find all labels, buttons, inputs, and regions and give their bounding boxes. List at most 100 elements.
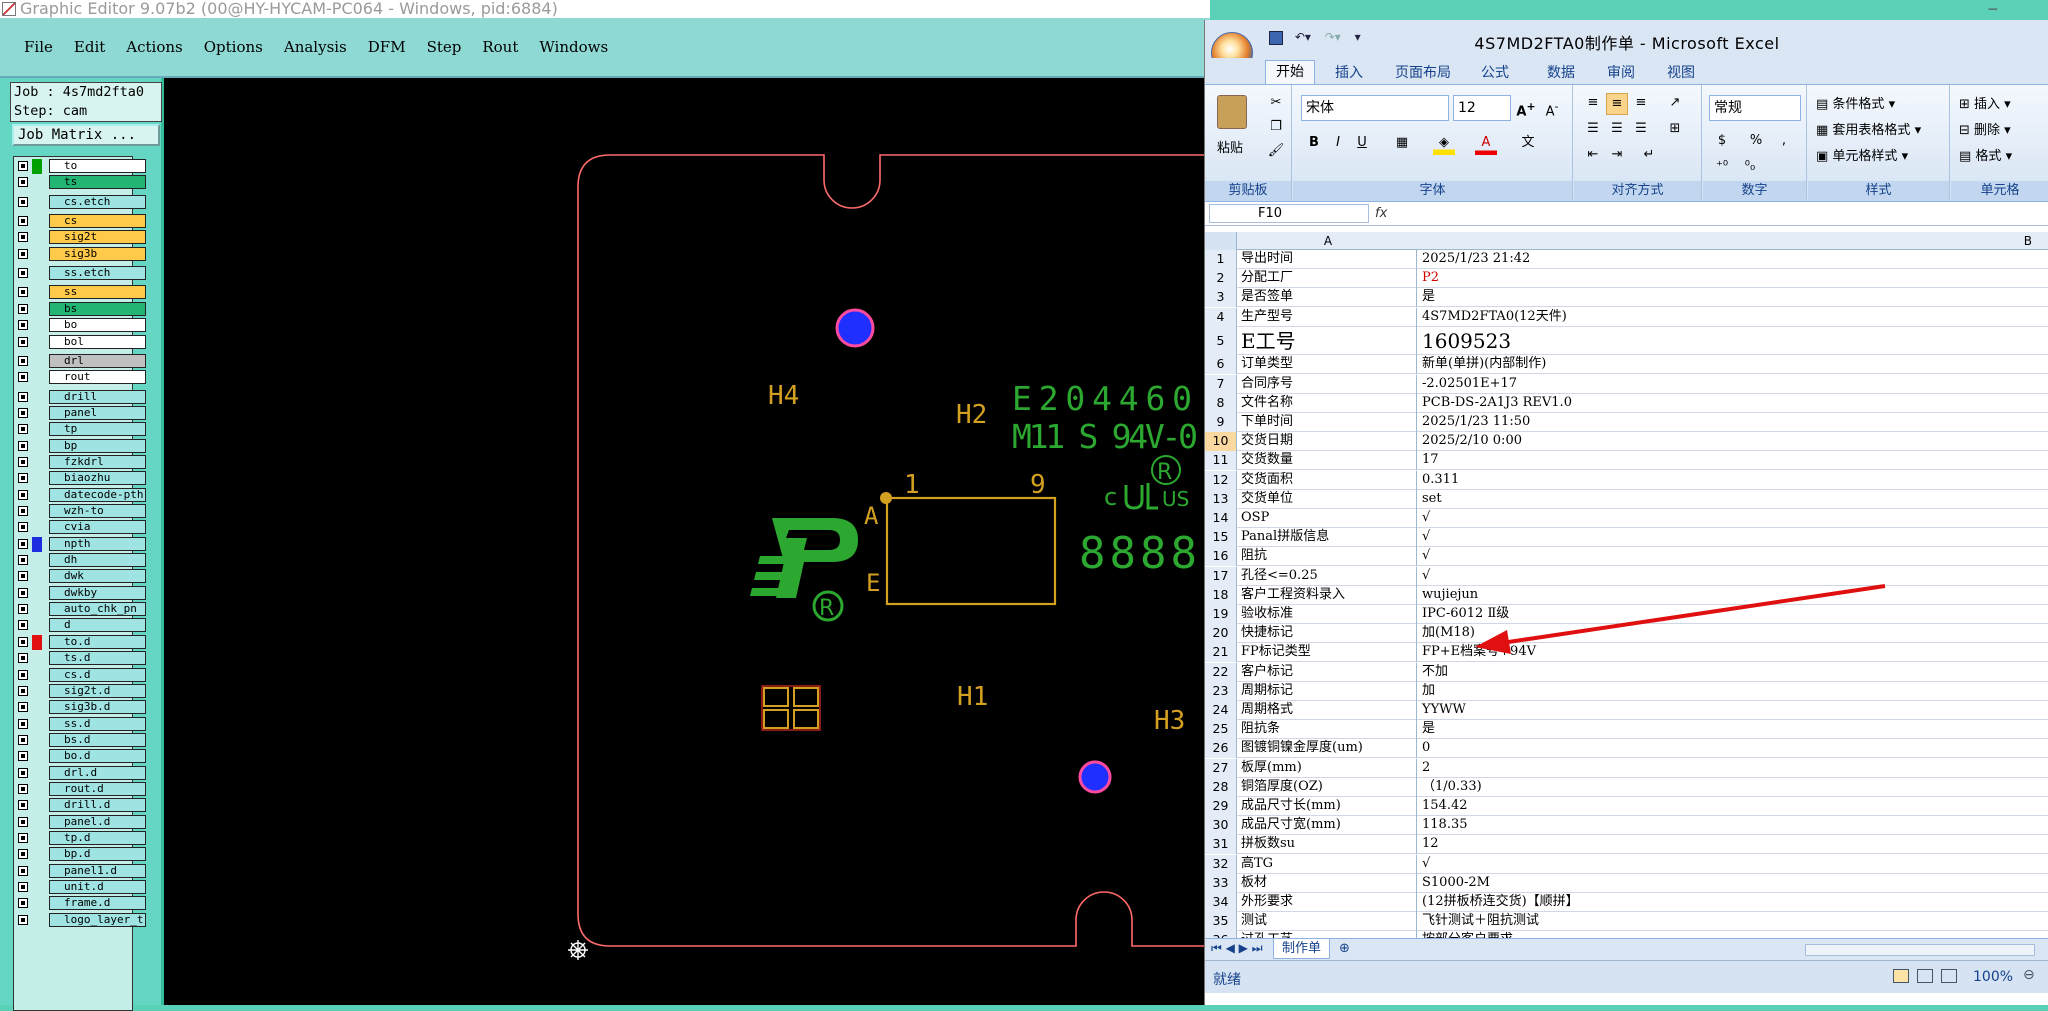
layer-row[interactable]: ts.d [14, 651, 146, 666]
cell-a[interactable]: 合同序号 [1239, 374, 1417, 394]
layer-row[interactable]: drl.d [14, 765, 146, 781]
layer-checkbox[interactable] [18, 571, 28, 582]
align-right-icon[interactable]: ☰ [1630, 119, 1652, 141]
row-number[interactable]: 32 [1205, 854, 1237, 874]
cell-b[interactable]: √ [1420, 528, 2040, 547]
align-left-icon[interactable]: ☰ [1582, 119, 1604, 141]
row-number[interactable]: 24 [1205, 700, 1237, 720]
layer-checkbox[interactable] [18, 833, 28, 843]
layer-name[interactable]: bp.d [49, 847, 146, 862]
row-number[interactable]: 6 [1205, 355, 1237, 375]
layer-name[interactable]: wzh-to [49, 504, 146, 518]
job-matrix-button[interactable]: Job Matrix ... [12, 124, 160, 146]
layer-name[interactable]: ss [49, 285, 146, 300]
border-icon[interactable]: ▦ [1391, 133, 1413, 155]
cell-b[interactable]: √ [1420, 547, 2040, 566]
layer-name[interactable]: biaozhu [49, 471, 146, 486]
view-normal-icon[interactable] [1893, 969, 1909, 983]
layer-name[interactable]: sig2t [49, 230, 146, 245]
layer-name[interactable]: ss.etch [49, 266, 146, 281]
layer-row[interactable]: biaozhu [14, 471, 146, 486]
layer-checkbox[interactable] [18, 882, 28, 893]
layer-checkbox[interactable] [18, 653, 28, 664]
cell-a[interactable]: 测试 [1239, 912, 1417, 932]
layer-name[interactable]: bs.d [49, 732, 146, 747]
cell-a[interactable]: 周期标记 [1239, 681, 1417, 701]
tab-view[interactable]: 视图 [1667, 62, 1695, 82]
row-number[interactable]: 15 [1205, 528, 1237, 548]
menu-rout[interactable]: Rout [470, 30, 527, 56]
comma-icon[interactable]: , [1773, 131, 1795, 153]
layer-row[interactable]: panel1.d [14, 863, 146, 879]
row-number[interactable]: 5 [1205, 326, 1237, 355]
menu-analysis[interactable]: Analysis [272, 30, 356, 56]
layer-checkbox[interactable] [18, 751, 28, 762]
layer-row[interactable]: bs.d [14, 732, 146, 748]
layer-name[interactable]: bs [49, 301, 146, 316]
row-number[interactable]: 17 [1205, 566, 1237, 586]
layer-row[interactable]: npth [14, 536, 146, 552]
layer-name[interactable]: fzkdrl [49, 454, 146, 469]
layer-name[interactable]: cvia [49, 520, 146, 535]
font-color-icon[interactable]: A [1475, 133, 1497, 155]
layer-checkbox[interactable] [18, 685, 28, 696]
select-all-corner[interactable] [1205, 232, 1237, 250]
cell-a[interactable]: 订单类型 [1239, 355, 1417, 375]
pcb-canvas[interactable]: H4 H2 H1 H3 E204460 M11 S 94V-0 c US R 8… [164, 78, 1210, 1005]
layer-row[interactable]: bs [14, 301, 146, 317]
layer-row[interactable]: tp.d [14, 831, 146, 846]
menu-actions[interactable]: Actions [114, 30, 191, 56]
cell-a[interactable]: 成品尺寸宽(mm) [1239, 816, 1417, 836]
cell-b[interactable]: 2025/2/10 0:00 [1420, 432, 2040, 451]
sheet-tab-active[interactable]: 制作单 [1273, 939, 1331, 959]
underline-icon[interactable]: U [1351, 133, 1373, 155]
layer-checkbox[interactable] [18, 522, 28, 533]
cell-a[interactable]: 交货单位 [1239, 489, 1417, 509]
cell-a[interactable]: 交货日期 [1239, 432, 1417, 452]
cell-a[interactable]: 交货数量 [1239, 451, 1417, 471]
shrink-font-icon[interactable]: A- [1541, 97, 1563, 119]
cell-b[interactable]: P2 [1420, 269, 2040, 288]
row-number[interactable]: 28 [1205, 777, 1237, 797]
layer-checkbox[interactable] [18, 538, 28, 549]
layer-row[interactable]: datecode-pth [14, 487, 146, 503]
row-number[interactable]: 4 [1205, 307, 1237, 327]
cell-b[interactable]: 按部分客户要求 [1420, 931, 2040, 938]
layer-row[interactable]: drill [14, 389, 146, 405]
row-number[interactable]: 21 [1205, 643, 1237, 663]
layer-checkbox[interactable] [18, 914, 28, 925]
tab-review[interactable]: 审阅 [1607, 62, 1635, 82]
layer-row[interactable]: cs.etch [14, 194, 146, 210]
cell-a[interactable]: 文件名称 [1239, 393, 1417, 413]
layer-row[interactable]: drl [14, 353, 146, 369]
layer-checkbox[interactable] [18, 287, 28, 298]
layer-checkbox[interactable] [18, 636, 28, 647]
row-number[interactable]: 31 [1205, 835, 1237, 855]
tab-page-layout[interactable]: 页面布局 [1395, 62, 1451, 82]
layer-name[interactable]: bo [49, 318, 146, 333]
font-size-box[interactable]: 12 [1453, 95, 1511, 121]
layer-checkbox[interactable] [18, 718, 28, 729]
cell-a[interactable]: 图镀铜镍金厚度(um) [1239, 739, 1417, 759]
decrease-indent-icon[interactable]: ⇤ [1582, 145, 1604, 167]
conditional-format-button[interactable]: ▤ 条件格式 ▾ [1816, 93, 1895, 112]
cell-b[interactable]: 是 [1420, 288, 2040, 307]
fill-color-icon[interactable]: ◈ [1433, 133, 1455, 155]
layer-name[interactable]: npth [49, 536, 146, 551]
cell-a[interactable]: 阻抗条 [1239, 720, 1417, 740]
font-name-box[interactable]: 宋体 [1301, 95, 1449, 121]
zoom-level[interactable]: 100% [1973, 969, 2013, 985]
tab-data[interactable]: 数据 [1547, 62, 1575, 82]
cell-b[interactable]: 加 [1420, 682, 2040, 701]
row-number[interactable]: 2 [1205, 269, 1237, 289]
row-number[interactable]: 9 [1205, 412, 1237, 432]
layer-row[interactable]: rout.d [14, 781, 146, 797]
layer-name[interactable]: sig2t.d [49, 683, 146, 698]
layer-checkbox[interactable] [18, 587, 28, 598]
layer-name[interactable]: drill.d [49, 798, 146, 813]
layer-checkbox[interactable] [18, 248, 28, 259]
layer-checkbox[interactable] [18, 849, 28, 860]
layer-checkbox[interactable] [18, 216, 28, 227]
layer-row[interactable]: to.d [14, 634, 146, 650]
cell-a[interactable]: 铜箔厚度(OZ) [1239, 777, 1417, 797]
